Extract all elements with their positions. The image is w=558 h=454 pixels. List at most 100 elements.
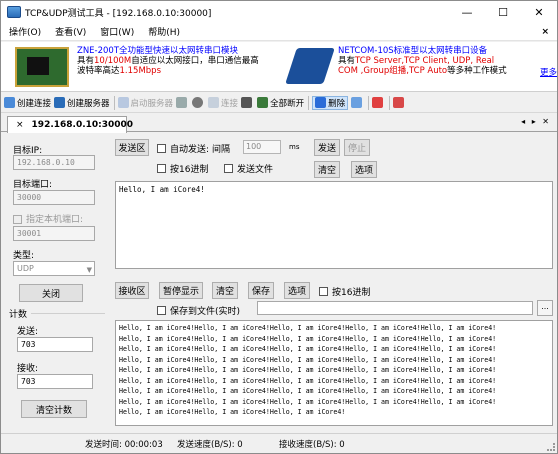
local-port-check-icon xyxy=(13,215,22,224)
start-server-button[interactable]: 启动服务器 xyxy=(117,97,173,109)
ad-banner[interactable]: ZNE-200T全功能型快速以太网转串口模块 具有10/100M自适应以太网接口… xyxy=(1,42,557,92)
receive-textarea[interactable]: Hello, I am iCore4!Hello, I am iCore4!He… xyxy=(115,320,553,426)
clear-count-button[interactable]: 清空计数 xyxy=(21,400,87,418)
pause-display-button[interactable]: 暂停显示 xyxy=(159,282,203,299)
settings-button[interactable] xyxy=(192,97,205,108)
save-path-field[interactable] xyxy=(257,301,533,315)
recv-clear-button[interactable]: 清空 xyxy=(212,282,238,299)
resize-grip-icon[interactable] xyxy=(547,443,555,451)
target-port-label: 目标端口: xyxy=(13,180,53,190)
help-icon xyxy=(393,97,405,108)
recv-line: Hello, I am iCore4!Hello, I am iCore4!He… xyxy=(119,324,497,332)
menu-close-icon[interactable]: × xyxy=(541,27,549,37)
stop-server-icon xyxy=(176,97,188,108)
tab-connection[interactable]: × 192.168.0.10:30000 xyxy=(7,116,133,133)
send-textarea[interactable]: Hello, I am iCore4! xyxy=(115,181,553,269)
close-window-button[interactable]: ✕ xyxy=(521,1,557,23)
recv-line: Hello, I am iCore4!Hello, I am iCore4!He… xyxy=(119,366,497,374)
target-port-field[interactable]: 30000 xyxy=(13,190,95,205)
refresh-button[interactable] xyxy=(351,97,364,108)
ad-left-text: ZNE-200T全功能型快速以太网转串口模块 具有10/100M自适应以太网接口… xyxy=(77,46,259,76)
auto-send-check-icon xyxy=(157,144,166,153)
toolbar-divider xyxy=(389,95,391,110)
stop-send-button[interactable]: 停止 xyxy=(344,139,370,156)
module-board-image xyxy=(15,47,69,87)
recv-hex-check-icon xyxy=(319,287,328,296)
menu-view[interactable]: 查看(V) xyxy=(55,25,86,38)
send-count-label: 发送: xyxy=(17,327,39,337)
server-icon xyxy=(54,97,66,108)
status-bar: 发送时间: 00:00:03 发送速度(B/S): 0 接收速度(B/S): 0 xyxy=(1,433,557,453)
maximize-button[interactable]: ☐ xyxy=(485,1,521,23)
stop-icon xyxy=(372,97,384,108)
count-group-line xyxy=(31,313,105,314)
save-file-check-icon xyxy=(157,306,166,315)
menu-help[interactable]: 帮助(H) xyxy=(148,25,180,38)
tab-bar: × 192.168.0.10:30000 ◂ ▸ ✕ xyxy=(1,114,557,133)
more-link[interactable]: 更多 xyxy=(540,66,557,78)
disconnect-button[interactable] xyxy=(241,97,254,108)
toolbar-divider xyxy=(113,95,115,110)
disconnect-all-button[interactable]: 全部断开 xyxy=(257,97,304,109)
recv-options-button[interactable]: 选项 xyxy=(284,282,310,299)
connection-icon xyxy=(4,97,15,108)
menu-window[interactable]: 窗口(W) xyxy=(100,25,134,38)
recv-line: Hello, I am iCore4!Hello, I am iCore4!He… xyxy=(119,345,497,353)
local-port-field[interactable]: 30001 xyxy=(13,226,95,241)
disconnect-all-icon xyxy=(257,97,269,108)
send-speed-status: 发送速度(B/S): 0 xyxy=(177,440,243,450)
send-file-checkbox[interactable]: 发送文件 xyxy=(224,162,273,175)
save-to-file-checkbox[interactable]: 保存到文件(实时) xyxy=(157,304,240,317)
send-button[interactable]: 发送 xyxy=(314,139,340,156)
recv-line: Hello, I am iCore4!Hello, I am iCore4!He… xyxy=(119,408,346,416)
create-connection-button[interactable]: 创建连接 xyxy=(4,97,51,109)
recv-line: Hello, I am iCore4!Hello, I am iCore4!He… xyxy=(119,334,497,343)
browse-button[interactable]: ... xyxy=(537,300,553,316)
menu-bar: 操作(O) 查看(V) 窗口(W) 帮助(H) × xyxy=(1,23,557,41)
toolbar: 创建连接 创建服务器 启动服务器 连接 全部断开 删除 xyxy=(1,93,557,113)
type-select[interactable]: UDP ▼ xyxy=(13,261,95,276)
send-clear-button[interactable]: 清空 xyxy=(314,161,340,178)
recv-line: Hello, I am iCore4!Hello, I am iCore4!He… xyxy=(119,387,497,395)
ad-right-text: NETCOM-10S标准型以太网转串口设备 具有TCP Server,TCP C… xyxy=(338,46,507,76)
stop-server-button[interactable] xyxy=(176,97,189,108)
recv-line: Hello, I am iCore4!Hello, I am iCore4!He… xyxy=(119,376,497,385)
help-button[interactable] xyxy=(393,97,406,108)
start-server-icon xyxy=(117,97,129,108)
receive-area-button[interactable]: 接收区 xyxy=(115,282,149,299)
menu-operate[interactable]: 操作(O) xyxy=(9,25,41,38)
send-area-button[interactable]: 发送区 xyxy=(115,139,149,156)
disconnect-icon xyxy=(241,97,253,108)
local-port-checkbox[interactable]: 指定本机端口: xyxy=(13,212,83,225)
count-group-label: 计数 xyxy=(9,310,28,320)
device-image xyxy=(285,48,335,84)
close-connection-button[interactable]: 关闭 xyxy=(19,284,83,302)
recv-line: Hello, I am iCore4!Hello, I am iCore4!He… xyxy=(119,397,497,406)
auto-send-checkbox[interactable]: 自动发送: 间隔 xyxy=(157,142,230,155)
recv-hex-checkbox[interactable]: 按16进制 xyxy=(319,285,370,298)
app-icon xyxy=(7,6,21,18)
send-count-field[interactable]: 703 xyxy=(17,337,93,352)
title-bar: TCP&UDP测试工具 - [192.168.0.10:30000] — ☐ ✕ xyxy=(1,1,557,23)
tab-close-icon[interactable]: × xyxy=(16,120,24,130)
ms-label: ms xyxy=(289,143,300,151)
send-file-check-icon xyxy=(224,164,233,173)
recv-count-field[interactable]: 703 xyxy=(17,374,93,389)
delete-button[interactable]: 删除 xyxy=(312,95,349,110)
minimize-button[interactable]: — xyxy=(449,1,485,23)
send-time-status: 发送时间: 00:00:03 xyxy=(85,440,163,450)
interval-field[interactable]: 100 xyxy=(239,140,285,154)
tab-nav-icons[interactable]: ◂ ▸ ✕ xyxy=(521,117,551,126)
stop-button[interactable] xyxy=(372,97,385,108)
create-server-button[interactable]: 创建服务器 xyxy=(54,97,110,109)
send-options-button[interactable]: 选项 xyxy=(351,161,377,178)
window-title: TCP&UDP测试工具 - [192.168.0.10:30000] xyxy=(25,8,212,19)
tab-label: 192.168.0.10:30000 xyxy=(31,120,134,130)
connect-icon xyxy=(208,97,220,108)
target-ip-field[interactable]: 192.168.0.10 xyxy=(13,155,95,170)
send-hex-checkbox[interactable]: 按16进制 xyxy=(157,162,208,175)
send-hex-check-icon xyxy=(157,164,166,173)
save-button[interactable]: 保存 xyxy=(248,282,274,299)
delete-icon xyxy=(315,97,327,108)
connect-button[interactable]: 连接 xyxy=(208,97,238,109)
